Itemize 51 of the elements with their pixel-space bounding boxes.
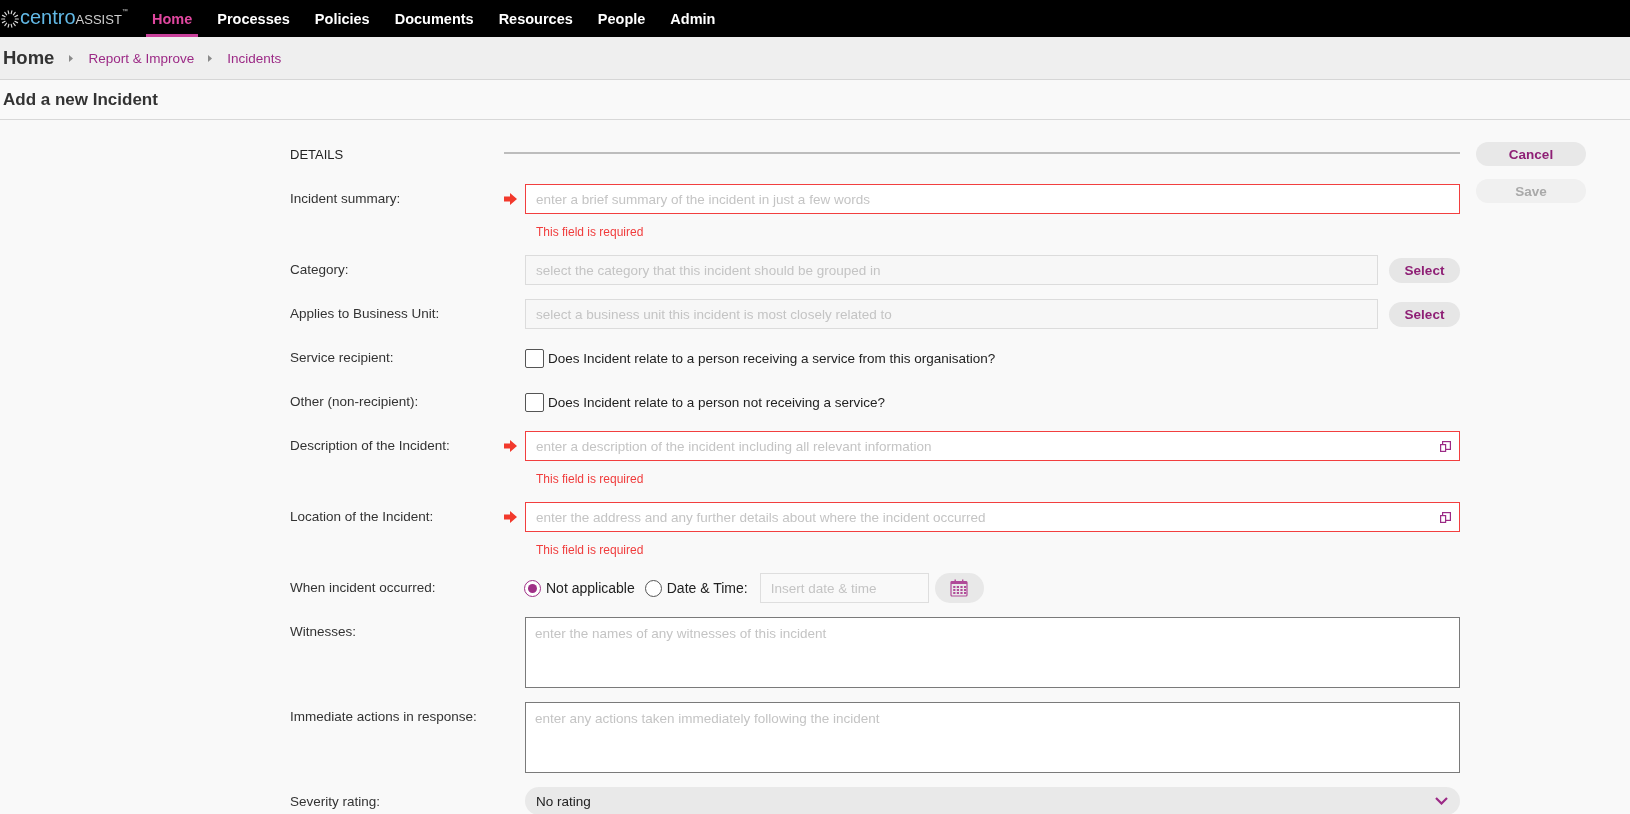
breadcrumb-link[interactable]: Home xyxy=(3,47,55,69)
nav-item[interactable]: People xyxy=(591,0,652,37)
breadcrumb-link[interactable]: Report & Improve xyxy=(88,50,195,66)
text-area[interactable]: enter the names of any witnesses of this incident xyxy=(525,617,1460,688)
field-label: Immediate actions in response: xyxy=(290,708,478,726)
field-label: Witnesses: xyxy=(290,623,358,641)
input-field[interactable]: enter a description of the incident including all relevant information xyxy=(525,431,1460,461)
logo-text: centroASSIST $^{™}$ xyxy=(20,7,128,30)
page-title: Add a new Incident xyxy=(3,89,158,110)
field-label: Other (non-recipient): xyxy=(290,393,420,411)
radio-label[interactable]: Date & Time: xyxy=(666,580,748,596)
select-button[interactable]: Select xyxy=(1389,301,1460,327)
nav-item[interactable]: Processes xyxy=(211,0,296,37)
checkbox-label[interactable]: Does Incident relate to a person receiving a service from this organisation? xyxy=(548,350,996,366)
radio-label[interactable]: Not applicable xyxy=(546,580,635,596)
checkbox-label[interactable]: Does Incident relate to a person not receiving a service? xyxy=(548,394,885,410)
input-field[interactable]: enter the address and any further details about where the incident occurred xyxy=(525,502,1460,532)
calendar-icon xyxy=(950,579,969,597)
select-button[interactable]: Select xyxy=(1389,257,1460,283)
nav-item[interactable]: Policies xyxy=(308,0,376,37)
field-label: Incident summary: xyxy=(290,190,402,208)
radio-button[interactable] xyxy=(524,579,541,597)
field-label: Severity rating: xyxy=(290,793,382,811)
chevron-icon xyxy=(1435,797,1448,805)
input-field[interactable]: enter a brief summary of the incident in just a few words xyxy=(525,184,1460,214)
nav-item[interactable]: Admin xyxy=(664,0,722,37)
nav-item[interactable]: Documents xyxy=(388,0,480,37)
field-label: Location of the Incident: xyxy=(290,508,435,526)
breadcrumb-link[interactable]: Incidents xyxy=(227,50,282,66)
field-label: Description of the Incident: xyxy=(290,437,451,455)
field-label: Applies to Business Unit: xyxy=(290,305,441,323)
section-heading: DETAILS xyxy=(290,146,345,162)
error-message: This field is required xyxy=(535,542,644,559)
radio-button[interactable] xyxy=(644,579,662,597)
nav-item[interactable]: Resources xyxy=(492,0,579,37)
sunburst-icon xyxy=(1,9,19,28)
checkbox[interactable] xyxy=(525,348,544,368)
caret-icon xyxy=(208,54,213,62)
calendar-button[interactable] xyxy=(934,573,984,603)
squares-icon[interactable] xyxy=(1440,512,1451,523)
checkbox[interactable] xyxy=(525,392,544,412)
error-message: This field is required xyxy=(535,224,644,241)
caret-icon xyxy=(69,54,74,62)
field-label: When incident occurred: xyxy=(290,579,437,597)
squares-icon[interactable] xyxy=(1440,441,1451,452)
dropdown[interactable]: No rating xyxy=(525,787,1460,814)
field-label: Category: xyxy=(290,261,350,279)
action-button[interactable]: Cancel xyxy=(1476,142,1586,166)
error-message: This field is required xyxy=(535,471,644,488)
field-label: Service recipient: xyxy=(290,349,395,367)
text-area[interactable]: enter any actions taken immediately following the incident xyxy=(525,702,1460,773)
